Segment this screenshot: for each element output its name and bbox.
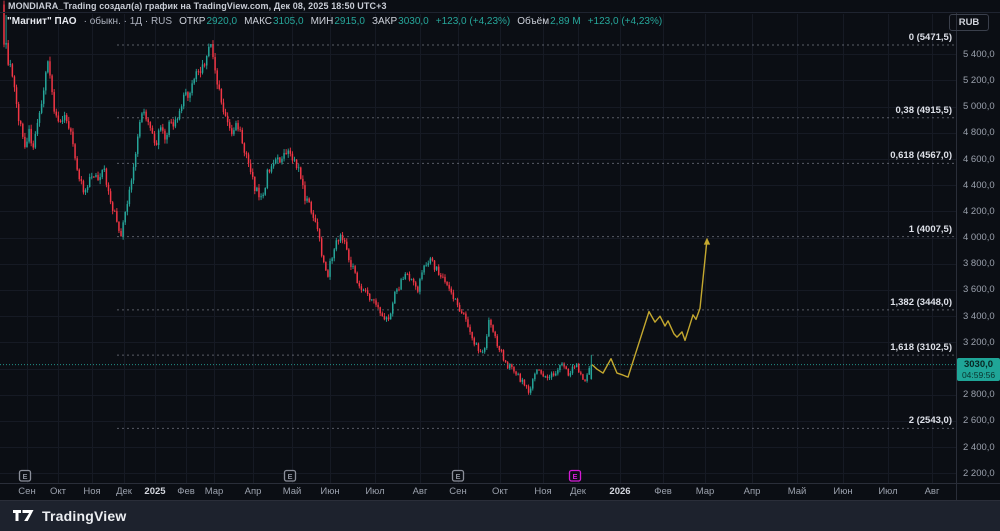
close-value: 3030,0 (398, 16, 429, 27)
price-chart-canvas[interactable]: EEEE (0, 0, 1000, 531)
earnings-marker[interactable]: E (20, 471, 31, 482)
ohlc-close: ЗАКР 3030,0 (372, 16, 429, 27)
ohlc-open: ОТКР 2920,0 (179, 16, 237, 27)
tradingview-snapshot: EEEE 0 (5471,5)0,38 (4915,5)0,618 (4567,… (0, 0, 1000, 531)
ohlc-high: МАКС 3105,0 (244, 16, 304, 27)
footer-bar: TradingView (0, 500, 1000, 531)
svg-text:E: E (455, 472, 460, 481)
open-label: ОТКР (179, 16, 205, 27)
volume-value: 2,89 M (550, 16, 581, 27)
high-value: 3105,0 (273, 16, 304, 27)
change-value: +123,0 (+4,23%) (436, 16, 511, 27)
svg-text:E: E (22, 472, 27, 481)
close-label: ЗАКР (372, 16, 397, 27)
tradingview-mark-icon (13, 510, 35, 522)
open-value: 2920,0 (206, 16, 237, 27)
svg-text:E: E (287, 472, 292, 481)
attribution-bar: MONDIARA_Trading создал(а) график на Tra… (0, 0, 1000, 13)
earnings-marker[interactable]: E (570, 471, 581, 482)
high-label: МАКС (244, 16, 272, 27)
last-price-badge: 3030,0 04:59:56 (957, 358, 1000, 381)
symbol-name[interactable]: "Магнит" ПАО (7, 16, 77, 27)
low-label: МИН (311, 16, 334, 27)
currency-toggle-button[interactable]: RUB (949, 14, 989, 31)
volume-label: Объём (517, 16, 549, 27)
volume-field: Объём 2,89 M (517, 16, 580, 27)
projection-trend-line[interactable] (592, 240, 707, 378)
volume-change: +123,0 (+4,23%) (588, 16, 663, 27)
earnings-marker[interactable]: E (285, 471, 296, 482)
low-value: 2915,0 (334, 16, 365, 27)
ohlc-low: МИН 2915,0 (311, 16, 365, 27)
tradingview-logo[interactable]: TradingView (13, 508, 126, 524)
symbol-meta: · обыкн. · 1Д · RUS (84, 16, 172, 27)
vertical-gridlines (28, 14, 933, 483)
tradingview-brand-text: TradingView (42, 508, 126, 524)
svg-text:E: E (572, 472, 577, 481)
bar-countdown-timer: 04:59:56 (959, 370, 998, 380)
candlestick-series (3, 1, 592, 395)
last-price-value: 3030,0 (959, 359, 998, 370)
earnings-marker[interactable]: E (453, 471, 464, 482)
attribution-text: MONDIARA_Trading создал(а) график на Tra… (8, 1, 387, 11)
symbol-legend: "Магнит" ПАО · обыкн. · 1Д · RUS ОТКР 29… (7, 16, 662, 27)
